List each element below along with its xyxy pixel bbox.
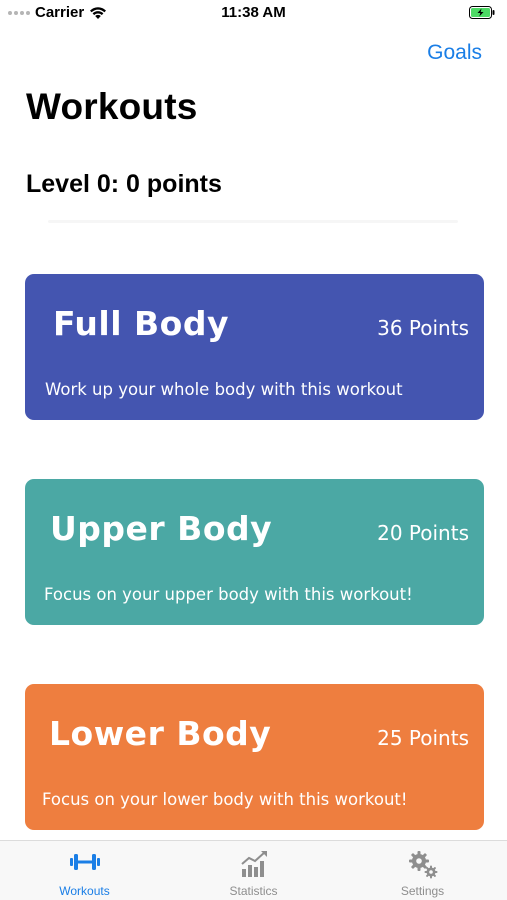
divider bbox=[48, 220, 458, 223]
workout-card-full-body[interactable]: Full Body 36 Points Work up your whole b… bbox=[25, 274, 484, 420]
workout-points: 36 Points bbox=[377, 316, 469, 340]
workout-card-lower-body[interactable]: Lower Body 25 Points Focus on your lower… bbox=[25, 684, 484, 830]
tab-statistics[interactable]: Statistics bbox=[169, 841, 338, 900]
tab-bar: Workouts Statistics Settings bbox=[0, 840, 507, 900]
page-title: Workouts bbox=[26, 86, 198, 127]
workout-points: 20 Points bbox=[377, 521, 469, 545]
workout-points: 25 Points bbox=[377, 726, 469, 750]
tab-workouts[interactable]: Workouts bbox=[0, 841, 169, 900]
status-bar: Carrier 11:38 AM bbox=[0, 0, 507, 28]
tab-settings[interactable]: Settings bbox=[338, 841, 507, 900]
battery-charging-icon bbox=[469, 6, 495, 24]
status-time: 11:38 AM bbox=[221, 4, 286, 21]
tab-label: Workouts bbox=[59, 884, 110, 898]
goals-button[interactable]: Goals bbox=[427, 41, 482, 65]
dumbbell-icon bbox=[0, 849, 169, 879]
chart-icon bbox=[169, 849, 338, 879]
workout-card-upper-body[interactable]: Upper Body 20 Points Focus on your upper… bbox=[25, 479, 484, 625]
tab-label: Statistics bbox=[229, 884, 278, 898]
workout-description: Focus on your lower body with this worko… bbox=[42, 790, 408, 809]
workout-title: Lower Body bbox=[49, 714, 272, 753]
workout-title: Full Body bbox=[53, 304, 229, 343]
tab-label: Settings bbox=[400, 884, 445, 898]
workout-description: Focus on your upper body with this worko… bbox=[44, 585, 413, 604]
workout-title: Upper Body bbox=[50, 509, 273, 548]
gears-icon bbox=[338, 849, 507, 879]
workout-description: Work up your whole body with this workou… bbox=[45, 380, 403, 399]
workouts-screen: Carrier 11:38 AM Goals Workouts Level 0:… bbox=[0, 0, 507, 900]
level-label: Level 0: 0 points bbox=[26, 170, 222, 198]
